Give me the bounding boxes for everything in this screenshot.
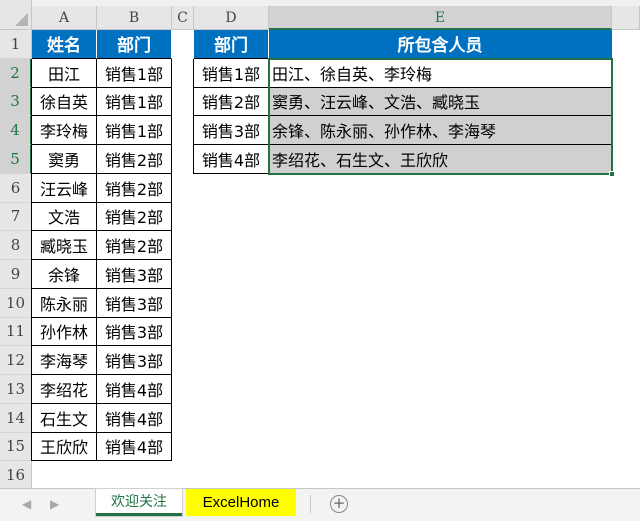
row-header-9[interactable]: 9	[0, 260, 32, 289]
column-header-d[interactable]: D	[194, 6, 269, 30]
employee-department-cell[interactable]: 销售1部	[97, 87, 172, 117]
employee-name-cell[interactable]: 文浩	[32, 202, 97, 232]
row-header-12[interactable]: 12	[0, 346, 32, 375]
column-header-e[interactable]: E	[269, 6, 612, 30]
department-column-header[interactable]: 部门	[97, 30, 172, 59]
tab-separator	[310, 495, 311, 513]
fill-handle[interactable]	[609, 170, 615, 177]
row-header-2[interactable]: 2	[0, 58, 32, 88]
employee-department-cell[interactable]: 销售4部	[97, 432, 172, 462]
scroll-left-icon[interactable]: ◀	[22, 497, 31, 511]
employee-department-cell[interactable]: 销售3部	[97, 260, 172, 289]
row-header-7[interactable]: 7	[0, 202, 32, 232]
employee-department-cell[interactable]: 销售2部	[97, 173, 172, 203]
row-header-15[interactable]: 15	[0, 432, 32, 462]
employee-name-cell[interactable]: 余锋	[32, 260, 97, 289]
employee-name-cell[interactable]: 李玲梅	[32, 116, 97, 145]
row-header-14[interactable]: 14	[0, 403, 32, 433]
employee-department-cell[interactable]: 销售2部	[97, 145, 172, 174]
row-header-16[interactable]: 16	[0, 461, 32, 488]
employee-department-cell[interactable]: 销售3部	[97, 346, 172, 375]
row-header-6[interactable]: 6	[0, 173, 32, 203]
employee-name-cell[interactable]: 王欣欣	[32, 432, 97, 462]
row-header-1[interactable]: 1	[0, 30, 32, 59]
department-cell[interactable]: 销售4部	[194, 145, 269, 174]
members-cell[interactable]: 窦勇、汪云峰、文浩、臧晓玉	[269, 87, 612, 117]
employee-department-cell[interactable]: 销售4部	[97, 403, 172, 433]
employee-name-cell[interactable]: 田江	[32, 58, 97, 88]
spreadsheet-grid[interactable]: ABCDE 1 2 3 4 5 6 7 8 9 10 11 12 13 14 15 16 姓名 部门 田江 销售1部…	[0, 0, 640, 488]
row-header-10[interactable]: 10	[0, 288, 32, 318]
add-sheet-icon[interactable]: +	[330, 495, 348, 513]
row-header-3[interactable]: 3	[0, 87, 32, 117]
employee-department-cell[interactable]: 销售3部	[97, 317, 172, 347]
employee-department-cell[interactable]: 销售2部	[97, 202, 172, 232]
department-cell[interactable]: 销售2部	[194, 87, 269, 117]
scroll-right-icon[interactable]: ▶	[50, 497, 59, 511]
column-header-filler	[612, 6, 640, 30]
employee-name-cell[interactable]: 李海琴	[32, 346, 97, 375]
row-header-5[interactable]: 5	[0, 145, 32, 174]
members-header[interactable]: 所包含人员	[269, 30, 612, 59]
employee-name-cell[interactable]: 石生文	[32, 403, 97, 433]
members-cell[interactable]: 田江、徐自英、李玲梅	[269, 58, 612, 88]
employee-department-cell[interactable]: 销售1部	[97, 116, 172, 145]
employee-name-cell[interactable]: 李绍花	[32, 375, 97, 404]
department-header[interactable]: 部门	[194, 30, 269, 59]
row-header-11[interactable]: 11	[0, 317, 32, 347]
employee-department-cell[interactable]: 销售3部	[97, 288, 172, 318]
sheet-tab-excelhome[interactable]: ExcelHome	[186, 489, 296, 516]
employee-department-cell[interactable]: 销售2部	[97, 231, 172, 260]
members-cell[interactable]: 余锋、陈永丽、孙作林、李海琴	[269, 116, 612, 145]
members-cell[interactable]: 李绍花、石生文、王欣欣	[269, 145, 612, 174]
employee-department-cell[interactable]: 销售1部	[97, 58, 172, 88]
column-header-a[interactable]: A	[32, 6, 97, 30]
sheet-tab-welcome[interactable]: 欢迎关注	[96, 489, 182, 516]
name-column-header[interactable]: 姓名	[32, 30, 97, 59]
row-header-8[interactable]: 8	[0, 231, 32, 260]
employee-department-cell[interactable]: 销售4部	[97, 375, 172, 404]
sheet-tab-bar: ◀ ▶ 欢迎关注 ExcelHome +	[0, 488, 640, 521]
row-header-13[interactable]: 13	[0, 375, 32, 404]
employee-name-cell[interactable]: 孙作林	[32, 317, 97, 347]
employee-name-cell[interactable]: 徐自英	[32, 87, 97, 117]
row-header-4[interactable]: 4	[0, 116, 32, 145]
employee-name-cell[interactable]: 汪云峰	[32, 173, 97, 203]
department-cell[interactable]: 销售1部	[194, 58, 269, 88]
select-all-corner[interactable]	[0, 0, 32, 30]
employee-name-cell[interactable]: 陈永丽	[32, 288, 97, 318]
column-header-b[interactable]: B	[97, 6, 172, 30]
department-cell[interactable]: 销售3部	[194, 116, 269, 145]
column-header-c[interactable]: C	[172, 6, 194, 30]
table1-left-border	[31, 58, 32, 462]
employee-name-cell[interactable]: 臧晓玉	[32, 231, 97, 260]
table2-left-border	[193, 58, 194, 174]
employee-name-cell[interactable]: 窦勇	[32, 145, 97, 174]
